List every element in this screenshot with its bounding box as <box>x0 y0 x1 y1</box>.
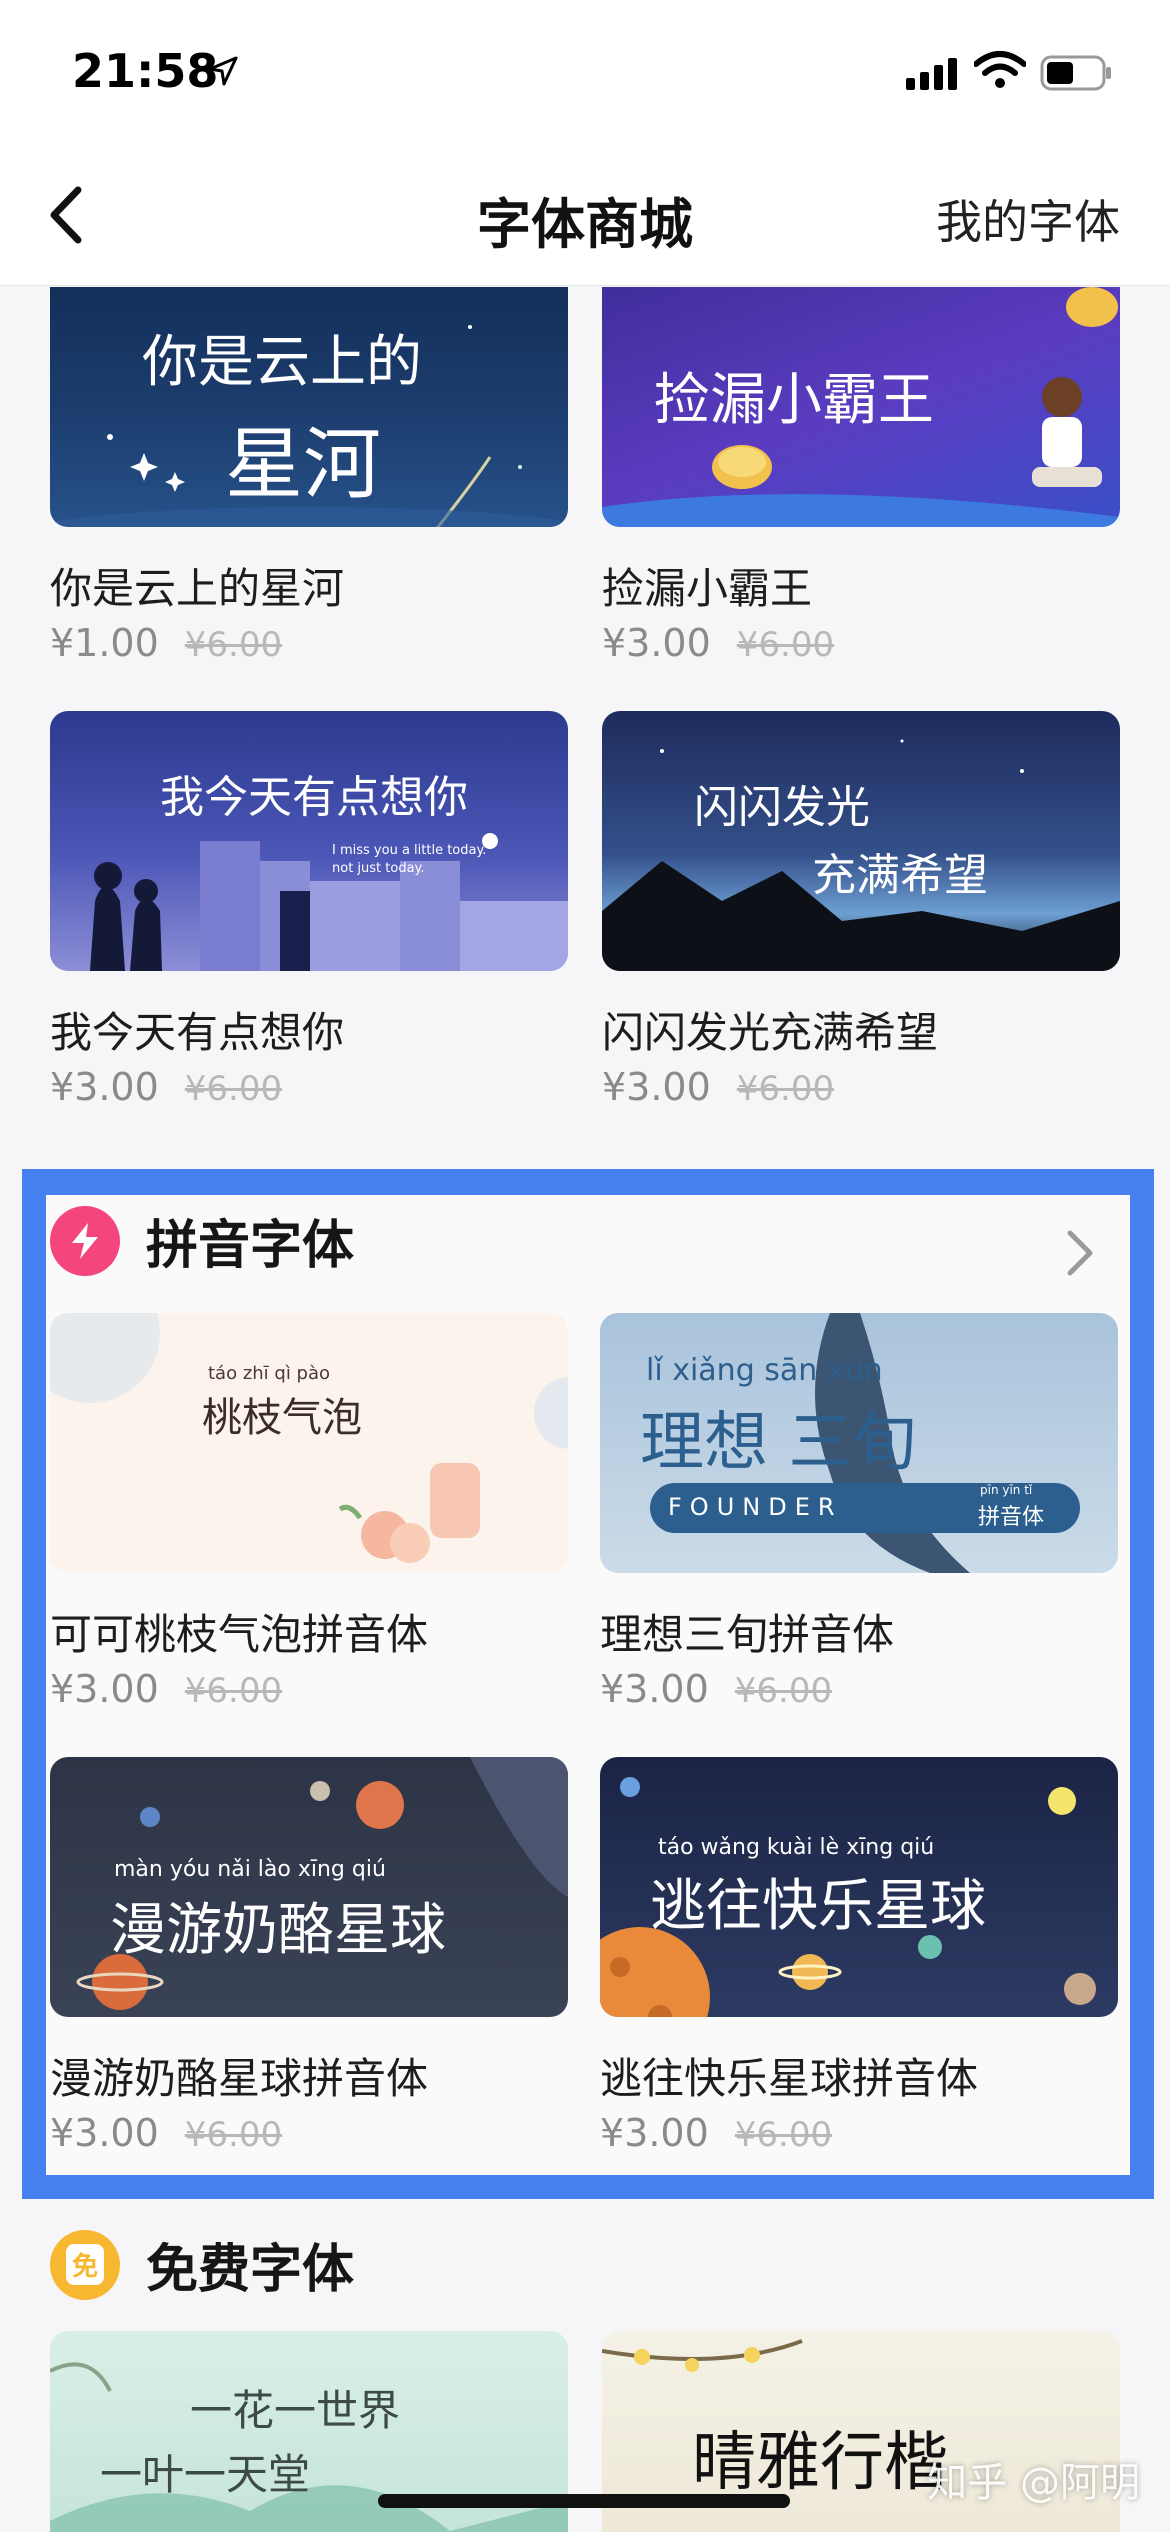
price-original: ¥6.00 <box>734 1671 833 1711</box>
thumb-pinyin: táo wǎng kuài lè xīng qiú <box>658 1835 935 1860</box>
price-original: ¥6.00 <box>184 2115 283 2155</box>
price-original: ¥6.00 <box>184 1671 283 1711</box>
free-badge-text: 免 <box>65 2244 104 2285</box>
section-header[interactable]: 免 免费字体 <box>50 2227 354 2302</box>
thumb-title: 捡漏小霸王 <box>654 368 934 433</box>
font-name: 可可桃枝气泡拼音体 <box>50 1610 429 1659</box>
price-original: ¥6.00 <box>736 625 835 665</box>
my-fonts-link[interactable]: 我的字体 <box>936 186 1120 252</box>
content-scroll[interactable]: 你是云上的 星河 你是云上的星河 ¥1.00 ¥6.00 捡漏小霸王 捡漏小霸王… <box>0 287 1170 2532</box>
thumb-title: 充满希望 <box>812 850 988 901</box>
font-thumbnail: 闪闪发光 充满希望 <box>602 711 1120 971</box>
status-bar: 21:58 <box>0 0 1170 150</box>
home-indicator[interactable] <box>378 2494 790 2508</box>
font-name: 闪闪发光充满希望 <box>602 1008 939 1057</box>
price-current: ¥3.00 <box>600 2111 709 2155</box>
lightning-icon <box>50 1205 120 1276</box>
font-card[interactable]: 闪闪发光 充满希望 闪闪发光充满希望 ¥3.00 ¥6.00 <box>602 711 1120 1109</box>
battery-icon <box>1040 55 1111 91</box>
font-thumbnail: 你是云上的 星河 <box>50 287 568 527</box>
peach-soda-illustration <box>50 1313 568 1563</box>
section-header[interactable]: 拼音字体 <box>50 1203 354 1278</box>
font-thumbnail: 捡漏小霸王 <box>602 287 1120 527</box>
font-price: ¥3.00 ¥6.00 <box>600 2111 832 2155</box>
thumb-subtitle: I miss you a little today. <box>332 843 487 858</box>
status-time: 21:58 <box>72 44 219 98</box>
font-name: 捡漏小霸王 <box>602 564 813 613</box>
price-current: ¥3.00 <box>600 1667 709 1711</box>
font-thumbnail: lǐ xiǎng sān xún 理想 三旬 FOUNDER pīn yīn t… <box>600 1313 1118 1573</box>
cellular-signal-icon <box>906 58 957 90</box>
font-thumbnail: 我今天有点想你 I miss you a little today. not j… <box>50 711 568 971</box>
thumb-subtitle: FOUNDER <box>668 1493 843 1521</box>
couple-city-illustration <box>90 833 568 971</box>
font-price: ¥3.00 ¥6.00 <box>600 1667 832 1711</box>
section-title: 拼音字体 <box>146 1216 355 1276</box>
font-thumbnail: màn yóu nǎi lào xīng qiú 漫游奶酪星球 <box>50 1757 568 2017</box>
thumb-title: 理想 三旬 <box>640 1406 917 1480</box>
price-current: ¥3.00 <box>50 1667 159 1711</box>
watermark: 知乎 @阿明 <box>927 2460 1140 2506</box>
thumb-title: 一花一世界 <box>190 2386 401 2435</box>
wifi-icon <box>974 51 1026 88</box>
font-card[interactable]: lǐ xiǎng sān xún 理想 三旬 FOUNDER pīn yīn t… <box>600 1313 1118 1711</box>
price-original: ¥6.00 <box>184 625 283 665</box>
free-badge-icon: 免 <box>50 2229 120 2300</box>
chevron-right-icon[interactable] <box>1062 1227 1098 1279</box>
font-name: 理想三旬拼音体 <box>600 1610 895 1659</box>
pinyin-section: 拼音字体 táo zhī qì pào 桃枝气泡 可可桃枝气泡拼音体 ¥3.00… <box>22 1169 1154 2199</box>
thumb-title: 闪闪发光 <box>694 782 870 833</box>
price-current: ¥3.00 <box>50 1065 159 1109</box>
thumb-title: 星河 <box>225 420 382 510</box>
thumb-title: 我今天有点想你 <box>160 772 468 823</box>
font-name: 逃往快乐星球拼音体 <box>600 2054 979 2103</box>
font-price: ¥3.00 ¥6.00 <box>602 621 834 665</box>
thumb-title: 晴雅行楷 <box>692 2426 948 2500</box>
price-current: ¥3.00 <box>50 2111 159 2155</box>
price-original: ¥6.00 <box>734 2115 833 2155</box>
font-thumbnail: táo wǎng kuài lè xīng qiú 逃往快乐星球 <box>600 1757 1118 2017</box>
font-card[interactable]: 你是云上的 星河 你是云上的星河 ¥1.00 ¥6.00 <box>50 287 568 665</box>
thumb-pinyin: táo zhī qì pào <box>208 1363 331 1384</box>
font-card[interactable]: 我今天有点想你 I miss you a little today. not j… <box>50 711 568 1109</box>
font-thumbnail: táo zhī qì pào 桃枝气泡 <box>50 1313 568 1573</box>
thumb-subtitle: not just today. <box>332 861 425 876</box>
font-name: 漫游奶酪星球拼音体 <box>50 2054 429 2103</box>
price-original: ¥6.00 <box>736 1069 835 1109</box>
thumb-title: 一叶一天堂 <box>100 2450 311 2499</box>
location-arrow-icon <box>208 56 238 86</box>
price-current: ¥1.00 <box>50 621 159 665</box>
font-card[interactable]: táo zhī qì pào 桃枝气泡 可可桃枝气泡拼音体 ¥3.00 ¥6.00 <box>50 1313 568 1711</box>
thumb-pinyin: màn yóu nǎi lào xīng qiú <box>114 1857 386 1882</box>
section-title: 免费字体 <box>146 2240 355 2300</box>
font-price: ¥3.00 ¥6.00 <box>50 2111 282 2155</box>
price-current: ¥3.00 <box>602 621 711 665</box>
font-card[interactable]: 捡漏小霸王 捡漏小霸王 ¥3.00 ¥6.00 <box>602 287 1120 665</box>
font-name: 你是云上的星河 <box>50 564 345 613</box>
font-name: 我今天有点想你 <box>50 1008 345 1057</box>
thumb-title: 桃枝气泡 <box>202 1395 362 1441</box>
thumb-pinyin: pīn yīn tǐ <box>980 1483 1033 1497</box>
font-card[interactable]: màn yóu nǎi lào xīng qiú 漫游奶酪星球 漫游奶酪星球拼音… <box>50 1757 568 2155</box>
thumb-title: 你是云上的 <box>142 330 422 395</box>
price-current: ¥3.00 <box>602 1065 711 1109</box>
font-price: ¥3.00 ¥6.00 <box>602 1065 834 1109</box>
font-price: ¥1.00 ¥6.00 <box>50 621 282 665</box>
thumb-pinyin: lǐ xiǎng sān xún <box>646 1353 883 1388</box>
thumb-title: 漫游奶酪星球 <box>110 1898 446 1963</box>
thumb-badge: 拼音体 <box>978 1505 1045 1530</box>
price-original: ¥6.00 <box>184 1069 283 1109</box>
font-card[interactable]: táo wǎng kuài lè xīng qiú 逃往快乐星球 逃往快乐星球拼… <box>600 1757 1118 2155</box>
font-price: ¥3.00 ¥6.00 <box>50 1667 282 1711</box>
font-price: ¥3.00 ¥6.00 <box>50 1065 282 1109</box>
thumb-title: 逃往快乐星球 <box>650 1874 986 1939</box>
nav-bar: 字体商城 我的字体 <box>0 150 1170 286</box>
